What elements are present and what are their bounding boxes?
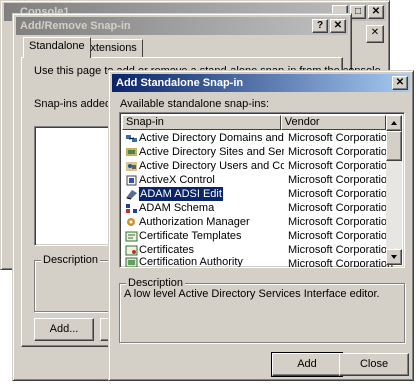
console-close-button[interactable]: ✕	[368, 5, 384, 19]
help-icon[interactable]: ?	[312, 19, 328, 33]
scroll-thumb[interactable]	[386, 131, 402, 161]
add-standalone-snapin-dialog: Add Standalone Snap-in ✕ Available stand…	[108, 70, 414, 381]
scroll-up-button[interactable]	[386, 115, 402, 131]
list-item[interactable]: Authorization Manager Microsoft Corporat…	[122, 215, 394, 229]
console-mdi-close-button[interactable]: ✕	[366, 25, 384, 43]
scroll-down-button[interactable]	[386, 249, 402, 265]
list-item[interactable]: Certification Authority Microsoft Corpor…	[122, 257, 394, 267]
list-item[interactable]: Active Directory Users and Compu... Micr…	[122, 159, 394, 173]
authorization-manager-icon	[125, 217, 138, 228]
snapins-listview[interactable]: Snap-in Vendor Active Directory Domains …	[119, 112, 405, 268]
tab-standalone[interactable]: Standalone	[23, 37, 91, 58]
list-item[interactable]: Active Directory Sites and Services Micr…	[122, 145, 394, 159]
column-header-snapin[interactable]: Snap-in	[122, 115, 281, 130]
add-remove-title: Add/Remove Snap-in	[20, 20, 131, 32]
domains-trusts-icon	[125, 133, 138, 144]
activex-icon	[125, 175, 138, 186]
schema-icon	[125, 203, 138, 214]
description-label: Description	[41, 254, 101, 266]
list-item[interactable]: ADAM Schema Microsoft Corporation	[122, 201, 394, 215]
add-button[interactable]: Add	[271, 352, 343, 377]
adsi-edit-icon	[125, 189, 138, 200]
certificates-icon	[125, 245, 138, 256]
sites-services-icon	[125, 147, 138, 158]
users-computers-icon	[125, 161, 138, 172]
list-item[interactable]: Active Directory Domains and Trusts Micr…	[122, 131, 394, 145]
close-icon[interactable]: ✕	[330, 19, 346, 33]
certificate-templates-icon	[125, 231, 138, 242]
arrow-up-icon	[391, 121, 397, 125]
column-header-vendor[interactable]: Vendor	[280, 115, 386, 130]
console-maximize-button[interactable]: □	[350, 5, 366, 19]
description-text: A low level Active Directory Services In…	[124, 288, 380, 300]
arrow-down-icon	[391, 255, 397, 259]
standalone-title: Add Standalone Snap-in	[116, 77, 244, 89]
add-snapin-button[interactable]: Add...	[34, 318, 94, 341]
close-icon[interactable]: ✕	[392, 76, 408, 90]
description-groupbox: Description A low level Active Directory…	[119, 277, 405, 343]
certification-authority-icon	[125, 257, 138, 267]
list-item[interactable]: Certificate Templates Microsoft Corporat…	[122, 229, 394, 243]
list-item[interactable]: ActiveX Control Microsoft Corporation	[122, 173, 394, 187]
list-scrollbar[interactable]	[386, 115, 402, 265]
list-header: Snap-in Vendor	[122, 115, 386, 130]
close-button[interactable]: Close	[339, 353, 409, 376]
add-remove-titlebar[interactable]: Add/Remove Snap-in ? ✕	[16, 17, 348, 35]
standalone-titlebar[interactable]: Add Standalone Snap-in ✕	[112, 74, 410, 92]
available-snapins-label: Available standalone snap-ins:	[120, 98, 270, 110]
list-item-selected[interactable]: ADAM ADSI Edit Microsoft Corporation	[122, 187, 394, 201]
list-item[interactable]: Certificates Microsoft Corporation	[122, 243, 394, 257]
